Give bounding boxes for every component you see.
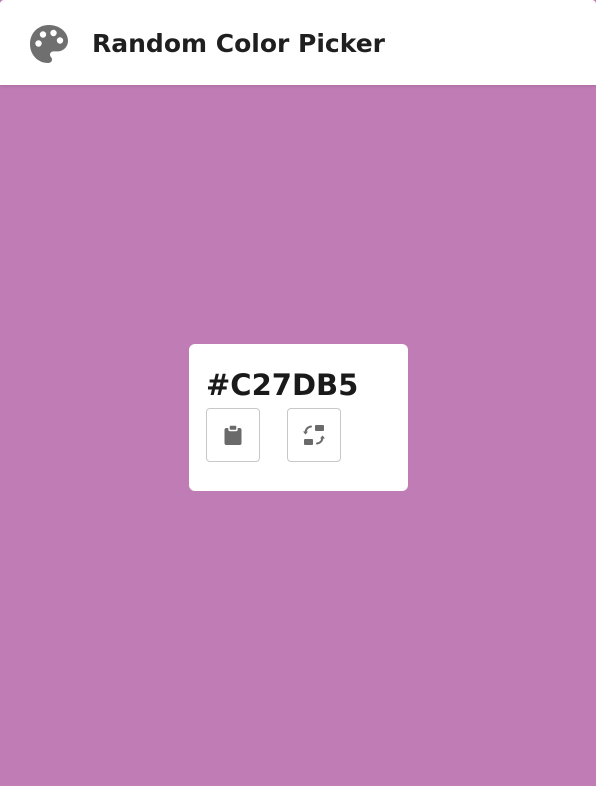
- color-background: Random Color Picker #C27DB5: [0, 0, 596, 786]
- hex-code-label: #C27DB5: [206, 368, 359, 402]
- clipboard-icon: [222, 424, 244, 446]
- palette-icon: [28, 23, 70, 65]
- app-title: Random Color Picker: [92, 29, 385, 58]
- app-header: Random Color Picker: [0, 0, 596, 85]
- copy-button[interactable]: [206, 408, 260, 462]
- refresh-color-button[interactable]: [287, 408, 341, 462]
- color-card: #C27DB5: [189, 344, 408, 491]
- swap-refresh-icon: [302, 423, 326, 447]
